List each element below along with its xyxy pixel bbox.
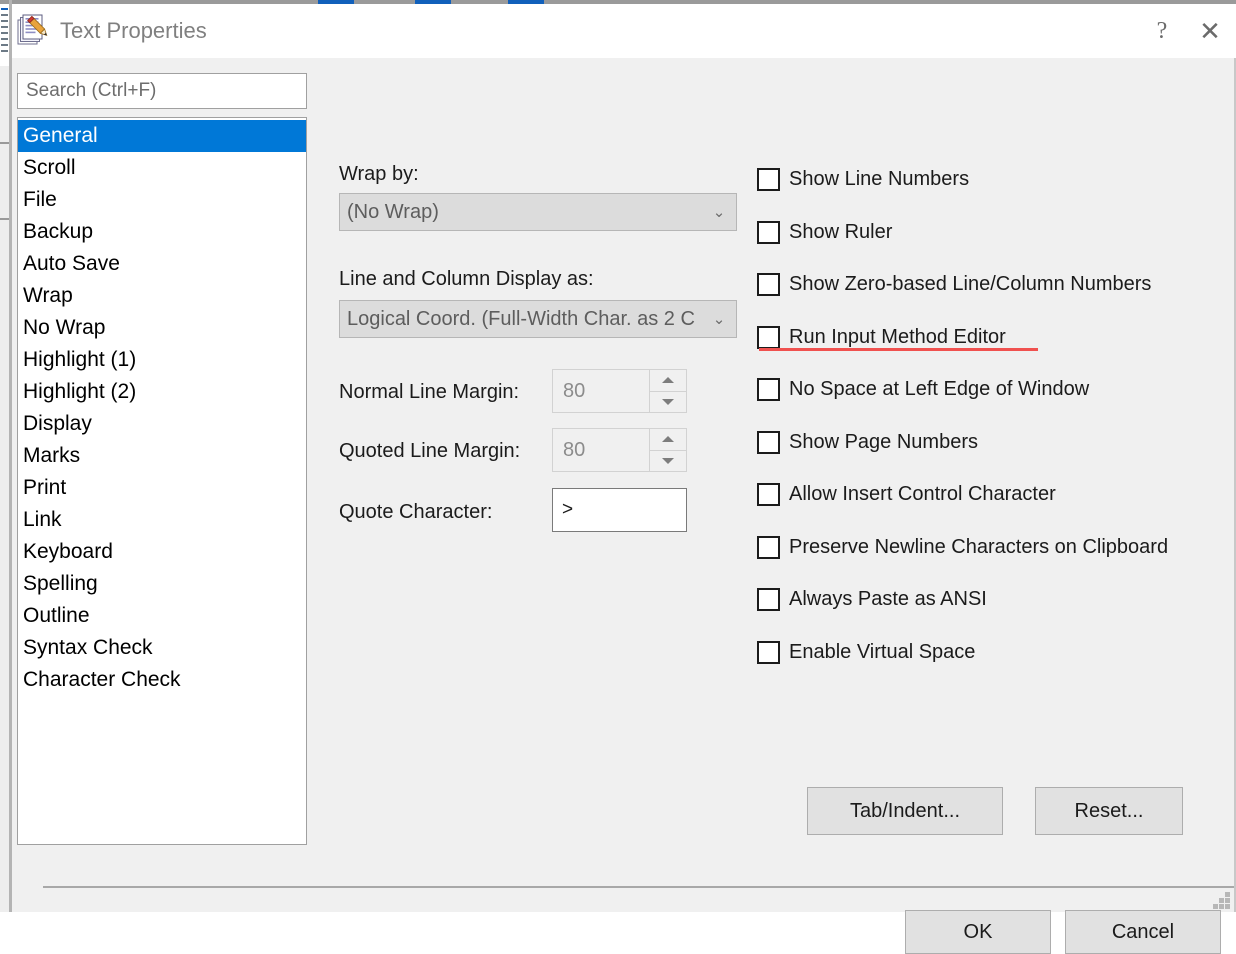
close-icon[interactable]: ✕ — [1186, 4, 1234, 58]
spinner-down-icon[interactable] — [650, 450, 686, 472]
sidebar-item-marks[interactable]: Marks — [18, 440, 306, 472]
notepad-pencil-icon — [16, 14, 48, 48]
checkbox-label: Allow Insert Control Character — [789, 483, 1056, 506]
checkbox-run-input-method-editor[interactable]: Run Input Method Editor — [757, 326, 1006, 349]
quote-character-field[interactable] — [552, 488, 687, 532]
quoted-line-margin-value[interactable]: 80 — [553, 429, 649, 471]
chevron-down-icon: ⌄ — [702, 205, 736, 220]
annotation-underline — [759, 348, 1038, 351]
sidebar-item-scroll[interactable]: Scroll — [18, 152, 306, 184]
background-left-panel — [0, 66, 9, 912]
line-column-display-value: Logical Coord. (Full-Width Char. as 2 C — [340, 308, 702, 331]
checkbox-box-icon[interactable] — [757, 326, 780, 349]
sidebar-item-backup[interactable]: Backup — [18, 216, 306, 248]
chevron-down-icon: ⌄ — [702, 312, 736, 327]
reset-button[interactable]: Reset... — [1035, 787, 1183, 835]
checkbox-allow-insert-control-character[interactable]: Allow Insert Control Character — [757, 483, 1056, 506]
spinner-up-icon[interactable] — [650, 429, 686, 450]
help-icon[interactable]: ? — [1138, 4, 1186, 58]
sidebar-item-display[interactable]: Display — [18, 408, 306, 440]
checkbox-show-ruler[interactable]: Show Ruler — [757, 221, 892, 244]
line-column-display-select[interactable]: Logical Coord. (Full-Width Char. as 2 C … — [339, 300, 737, 338]
normal-line-margin-stepper[interactable]: 80 — [552, 369, 687, 413]
sidebar-item-file[interactable]: File — [18, 184, 306, 216]
checkbox-box-icon[interactable] — [757, 221, 780, 244]
normal-line-margin-value[interactable]: 80 — [553, 370, 649, 412]
checkbox-label: Show Zero-based Line/Column Numbers — [789, 273, 1151, 296]
line-column-display-label: Line and Column Display as: — [339, 268, 594, 291]
normal-line-margin-label: Normal Line Margin: — [339, 381, 519, 404]
checkbox-enable-virtual-space[interactable]: Enable Virtual Space — [757, 641, 975, 664]
sidebar-item-character-check[interactable]: Character Check — [18, 664, 306, 696]
footer-separator — [43, 886, 1234, 888]
background-tick-1 — [0, 142, 9, 144]
checkbox-box-icon[interactable] — [757, 378, 780, 401]
checkbox-box-icon[interactable] — [757, 483, 780, 506]
background-tick-2 — [0, 218, 9, 220]
page-title: Text Properties — [60, 18, 207, 44]
checkbox-label: Show Page Numbers — [789, 431, 978, 454]
checkbox-label: Always Paste as ANSI — [789, 588, 987, 611]
sidebar-item-outline[interactable]: Outline — [18, 600, 306, 632]
quoted-line-margin-spin-buttons — [649, 429, 686, 471]
sidebar-item-keyboard[interactable]: Keyboard — [18, 536, 306, 568]
dialog-body: General Scroll File Backup Auto Save Wra… — [12, 58, 1234, 912]
sidebar-item-no-wrap[interactable]: No Wrap — [18, 312, 306, 344]
cancel-button[interactable]: Cancel — [1065, 910, 1221, 954]
sidebar-item-auto-save[interactable]: Auto Save — [18, 248, 306, 280]
quote-character-label: Quote Character: — [339, 501, 492, 524]
wrap-by-value: (No Wrap) — [340, 201, 702, 224]
sidebar-item-spelling[interactable]: Spelling — [18, 568, 306, 600]
dialog-titlebar[interactable]: Text Properties ? ✕ — [12, 4, 1234, 58]
quoted-line-margin-stepper[interactable]: 80 — [552, 428, 687, 472]
checkbox-label: Enable Virtual Space — [789, 641, 975, 664]
sidebar-item-link[interactable]: Link — [18, 504, 306, 536]
text-properties-dialog: Text Properties ? ✕ General Scroll File … — [12, 4, 1234, 912]
sidebar-item-highlight-1[interactable]: Highlight (1) — [18, 344, 306, 376]
tab-indent-button[interactable]: Tab/Indent... — [807, 787, 1003, 835]
spinner-up-icon[interactable] — [650, 370, 686, 391]
quoted-line-margin-label: Quoted Line Margin: — [339, 440, 520, 463]
wrap-by-label: Wrap by: — [339, 163, 419, 186]
checkbox-box-icon[interactable] — [757, 273, 780, 296]
checkbox-label: Run Input Method Editor — [789, 326, 1006, 349]
sidebar-item-syntax-check[interactable]: Syntax Check — [18, 632, 306, 664]
sidebar-item-highlight-2[interactable]: Highlight (2) — [18, 376, 306, 408]
sidebar-item-print[interactable]: Print — [18, 472, 306, 504]
checkbox-show-page-numbers[interactable]: Show Page Numbers — [757, 431, 978, 454]
checkbox-box-icon[interactable] — [757, 588, 780, 611]
checkbox-show-zero-based-line-column-numbers[interactable]: Show Zero-based Line/Column Numbers — [757, 273, 1151, 296]
sidebar-item-wrap[interactable]: Wrap — [18, 280, 306, 312]
ok-button[interactable]: OK — [905, 910, 1051, 954]
checkbox-always-paste-as-ansi[interactable]: Always Paste as ANSI — [757, 588, 987, 611]
spinner-down-icon[interactable] — [650, 391, 686, 413]
checkbox-preserve-newline-characters-on-clipboard[interactable]: Preserve Newline Characters on Clipboard — [757, 536, 1168, 559]
checkbox-label: Preserve Newline Characters on Clipboard — [789, 536, 1168, 559]
resize-grip[interactable] — [1212, 891, 1230, 909]
checkbox-no-space-at-left-edge-of-window[interactable]: No Space at Left Edge of Window — [757, 378, 1089, 401]
background-left-toolbar — [0, 4, 9, 66]
checkbox-box-icon[interactable] — [757, 431, 780, 454]
checkbox-box-icon[interactable] — [757, 168, 780, 191]
search-input[interactable] — [17, 73, 307, 109]
checkbox-label: Show Ruler — [789, 221, 892, 244]
checkbox-label: Show Line Numbers — [789, 168, 969, 191]
checkbox-show-line-numbers[interactable]: Show Line Numbers — [757, 168, 969, 191]
checkbox-box-icon[interactable] — [757, 641, 780, 664]
wrap-by-select[interactable]: (No Wrap) ⌄ — [339, 193, 737, 231]
sidebar-item-general[interactable]: General — [18, 120, 306, 152]
checkbox-box-icon[interactable] — [757, 536, 780, 559]
checkbox-label: No Space at Left Edge of Window — [789, 378, 1089, 401]
normal-line-margin-spin-buttons — [649, 370, 686, 412]
category-list[interactable]: General Scroll File Backup Auto Save Wra… — [17, 117, 307, 845]
